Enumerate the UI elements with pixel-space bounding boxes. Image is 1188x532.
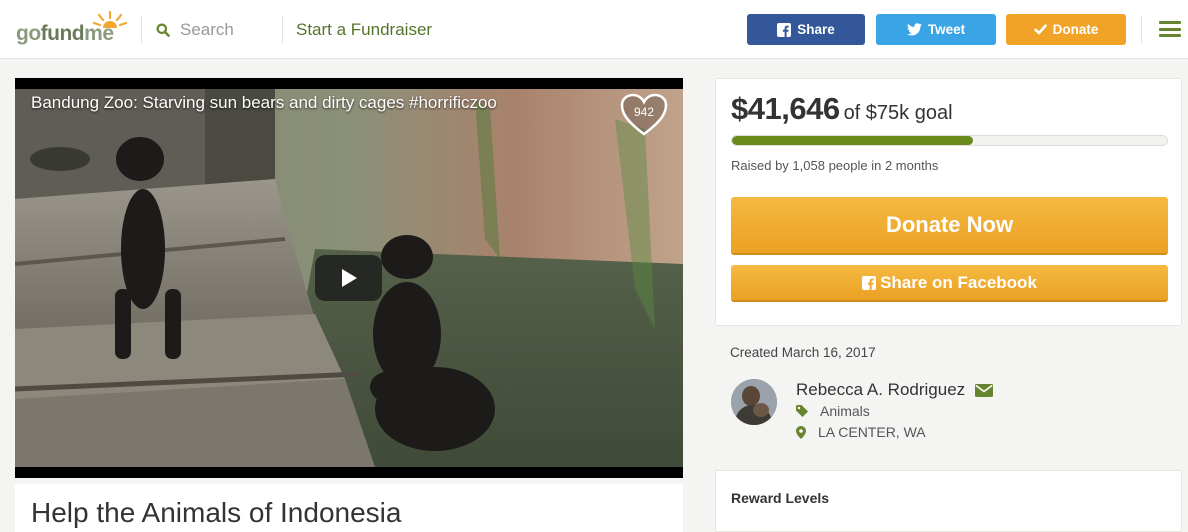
search-field[interactable]: Search — [156, 18, 234, 42]
gofundme-logo[interactable]: gofundme — [16, 10, 128, 46]
facebook-icon — [777, 22, 792, 37]
created-date: Created March 16, 2017 — [730, 345, 876, 360]
reward-levels-heading: Reward Levels — [731, 490, 830, 506]
header-divider — [282, 16, 283, 43]
search-placeholder: Search — [180, 20, 234, 39]
facebook-icon — [862, 275, 877, 290]
campaign-title-card: Help the Animals of Indonesia — [15, 484, 683, 532]
organizer: Rebecca A. Rodriguez — [796, 380, 994, 400]
category-link[interactable]: Animals — [820, 403, 870, 419]
header-divider — [141, 16, 142, 43]
start-fundraiser-link[interactable]: Start a Fundraiser — [296, 20, 432, 40]
share-on-facebook-label: Share on Facebook — [880, 272, 1037, 292]
avatar[interactable] — [731, 379, 777, 425]
amount-raised: $41,646 of $75k goal — [731, 91, 953, 127]
video-title: Bandung Zoo: Starving sun bears and dirt… — [31, 93, 497, 112]
progress-bar — [731, 135, 1168, 146]
progress-fill — [732, 136, 974, 145]
tweet-button[interactable]: Tweet — [876, 14, 996, 45]
location: LA CENTER, WA — [796, 424, 926, 440]
location-text: LA CENTER, WA — [818, 424, 926, 440]
share-button-label: Share — [797, 22, 835, 37]
donate-button-label: Donate — [1052, 22, 1099, 37]
location-pin-icon — [796, 425, 806, 439]
goal-text: of $75k goal — [843, 102, 953, 124]
share-on-facebook-button[interactable]: Share on Facebook — [731, 265, 1168, 302]
tag-icon — [796, 405, 808, 417]
check-icon — [1033, 24, 1047, 35]
category: Animals — [796, 403, 870, 419]
logo-wordmark: gofundme — [16, 22, 114, 45]
search-icon — [156, 23, 170, 37]
donation-panel: $41,646 of $75k goal Raised by 1,058 peop… — [715, 78, 1182, 326]
hamburger-menu-icon[interactable] — [1159, 21, 1181, 37]
tweet-button-label: Tweet — [927, 22, 966, 37]
share-button[interactable]: Share — [747, 14, 865, 45]
organizer-name[interactable]: Rebecca A. Rodriguez — [796, 380, 965, 400]
heart-count: 942 — [633, 105, 655, 119]
play-button[interactable] — [315, 255, 382, 301]
reward-levels-panel: Reward Levels — [715, 470, 1182, 532]
raised-by-text: Raised by 1,058 people in 2 months — [731, 158, 939, 173]
site-header: gofundme Search Start a Fundraiser Share… — [0, 0, 1188, 59]
raised-amount: $41,646 — [731, 91, 840, 126]
campaign-video[interactable]: Bandung Zoo: Starving sun bears and dirt… — [15, 78, 683, 478]
heart-button[interactable]: 942 — [619, 92, 669, 138]
organizer-photo — [731, 379, 777, 425]
campaign-title: Help the Animals of Indonesia — [31, 497, 402, 528]
envelope-icon[interactable] — [975, 383, 994, 397]
twitter-icon — [906, 23, 922, 36]
donate-now-button[interactable]: Donate Now — [731, 197, 1168, 255]
donate-button[interactable]: Donate — [1006, 14, 1126, 45]
header-divider — [1141, 16, 1142, 43]
play-icon — [341, 269, 357, 287]
